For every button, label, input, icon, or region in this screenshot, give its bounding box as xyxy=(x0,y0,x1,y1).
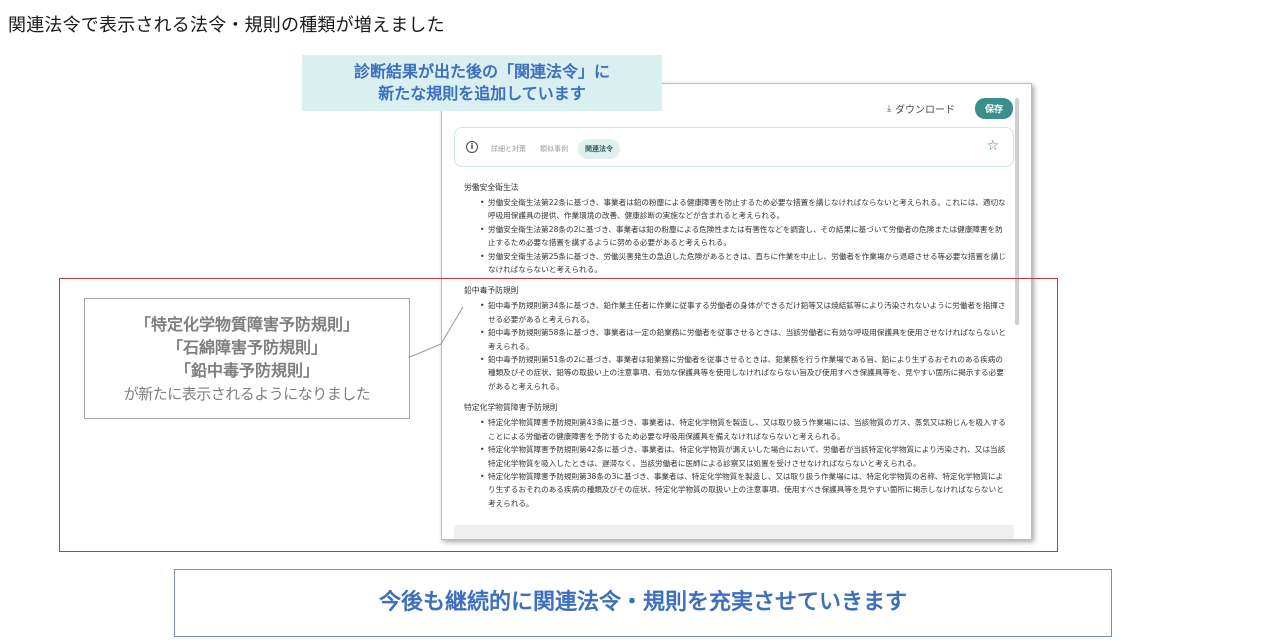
law-section-lead-poisoning: 鉛中毒予防規則 鉛中毒予防規則第34条に基づき、鉛作業主任者に作業に従事する労働… xyxy=(464,285,1009,393)
law-item: 特定化学物質障害予防規則第43条に基づき、事業者は、特定化学物質を製造し、又は取… xyxy=(480,416,1009,443)
law-list: 特定化学物質障害予防規則第43条に基づき、事業者は、特定化学物質を製造し、又は取… xyxy=(464,416,1009,510)
annotation-regulation: 「特定化学物質障害予防規則」 xyxy=(134,315,359,334)
callout-new-regulations: 診断結果が出た後の「関連法令」に 新たな規則を追加しています xyxy=(302,55,662,111)
law-item: 労働安全衛生法第28条の2に基づき、事業者は鉛の粉塵による危険性または有害性など… xyxy=(480,223,1009,250)
content-bottom-edge xyxy=(454,525,1014,539)
annotation-regulation: 「鉛中毒予防規則」 xyxy=(174,361,319,380)
save-button[interactable]: 保存 xyxy=(974,98,1013,119)
slide-title: 関連法令で表示される法令・規則の種類が増えました xyxy=(8,15,445,36)
annotation-box: 「特定化学物質障害予防規則」 「石綿障害予防規則」 「鉛中毒予防規則」 が新たに… xyxy=(84,298,410,419)
law-heading: 労働安全衛生法 xyxy=(464,183,519,192)
footer-message: 今後も継続的に関連法令・規則を充実させていきます xyxy=(174,569,1112,637)
law-section-industrial-safety: 労働安全衛生法 労働安全衛生法第22条に基づき、事業者は鉛の粉塵による健康障害を… xyxy=(464,182,1009,276)
law-item: 鉛中毒予防規則第51条の2に基づき、事業者は鉛業務に労働者を従事させるときは、鉛… xyxy=(480,353,1009,393)
annotation-connector-line xyxy=(409,306,464,358)
related-laws-content: 労働安全衛生法 労働安全衛生法第22条に基づき、事業者は鉛の粉塵による健康障害を… xyxy=(464,182,1009,519)
toolbar: ⤓ ダウンロード 保存 xyxy=(887,98,1013,119)
law-section-specified-chemicals: 特定化学物質障害予防規則 特定化学物質障害予防規則第43条に基づき、事業者は、特… xyxy=(464,402,1009,510)
law-item: 労働安全衛生法第25条に基づき、労働災害発生の急迫した危険があるときは、直ちに作… xyxy=(480,250,1009,277)
law-heading: 鉛中毒予防規則 xyxy=(464,286,519,296)
law-item: 鉛中毒予防規則第58条に基づき、事業者は一定の鉛業務に労働者を従事させるときは、… xyxy=(480,326,1009,353)
law-item: 労働安全衛生法第22条に基づき、事業者は鉛の粉塵による健康障害を防止するため必要… xyxy=(480,196,1009,223)
download-icon: ⤓ xyxy=(887,103,891,114)
download-button[interactable]: ⤓ ダウンロード xyxy=(887,101,955,117)
annotation-note: が新たに表示されるようになりました xyxy=(123,385,371,403)
info-icon[interactable]: i xyxy=(466,141,478,153)
annotation-regulation: 「石綿障害予防規則」 xyxy=(166,338,327,357)
law-list: 労働安全衛生法第22条に基づき、事業者は鉛の粉塵による健康障害を防止するため必要… xyxy=(464,196,1009,276)
scrollbar[interactable] xyxy=(1015,98,1019,325)
tab-similar-cases[interactable]: 類似事例 xyxy=(536,139,572,159)
app-screenshot-window: ⤓ ダウンロード 保存 i 詳細と対策 類似事例 関連法令 ☆ 労働安全衛生法 … xyxy=(441,83,1032,540)
law-list: 鉛中毒予防規則第34条に基づき、鉛作業主任者に作業に従事する労働者の身体ができる… xyxy=(464,299,1009,393)
star-icon[interactable]: ☆ xyxy=(986,138,999,154)
callout-line: 診断結果が出た後の「関連法令」に xyxy=(353,62,610,81)
tab-details-and-measures[interactable]: 詳細と対策 xyxy=(487,139,530,159)
download-label: ダウンロード xyxy=(894,105,955,116)
tab-card: i 詳細と対策 類似事例 関連法令 ☆ xyxy=(454,127,1014,167)
law-item: 特定化学物質障害予防規則第38条の3に基づき、事業者は、特定化学物質を製造し、又… xyxy=(480,470,1009,510)
tab-bar: 詳細と対策 類似事例 関連法令 xyxy=(487,139,620,159)
law-item: 特定化学物質障害予防規則第42条に基づき、事業者は、特定化学物質が漏えいした場合… xyxy=(480,443,1009,470)
callout-line: 新たな規則を追加しています xyxy=(378,84,586,103)
law-item: 鉛中毒予防規則第34条に基づき、鉛作業主任者に作業に従事する労働者の身体ができる… xyxy=(480,299,1009,326)
law-heading: 特定化学物質障害予防規則 xyxy=(464,403,558,413)
tab-related-laws[interactable]: 関連法令 xyxy=(578,139,620,159)
